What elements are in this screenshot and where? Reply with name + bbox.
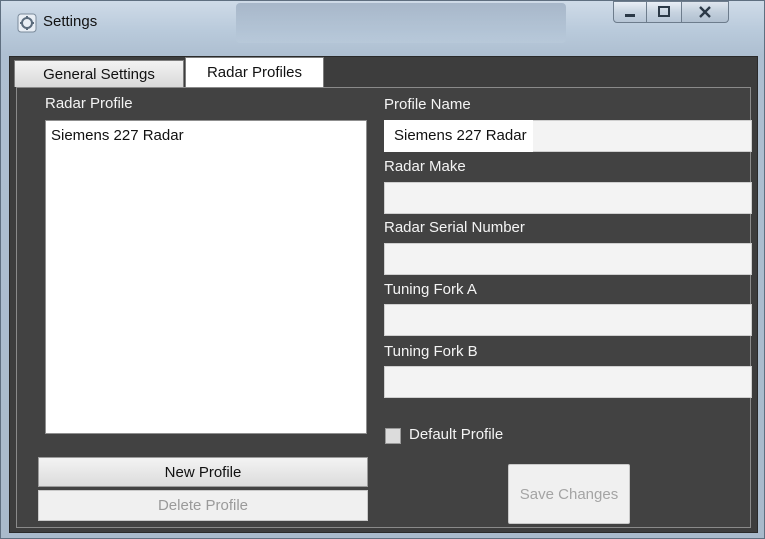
radar-serial-number-label: Radar Serial Number [384, 219, 525, 236]
profile-name-value[interactable]: Siemens 227 Radar [384, 120, 533, 152]
radar-profiles-panel: Radar Profile Siemens 227 Radar Profile … [16, 87, 752, 528]
tab-radar-profiles[interactable]: Radar Profiles [185, 57, 324, 87]
tuning-fork-a-field[interactable] [384, 304, 752, 336]
close-icon [697, 3, 713, 22]
settings-window: Settings General Settings Radar Profiles [0, 0, 765, 539]
default-profile-checkbox[interactable] [385, 428, 401, 444]
radar-make-label: Radar Make [384, 158, 466, 175]
radar-profile-list-label: Radar Profile [45, 95, 133, 112]
settings-content: General Settings Radar Profiles Radar Pr… [9, 56, 758, 533]
maximize-icon [657, 3, 671, 22]
delete-profile-button[interactable]: Delete Profile [38, 490, 368, 521]
window-title: Settings [43, 13, 98, 30]
tuning-fork-b-field[interactable] [384, 366, 752, 398]
radar-make-field[interactable] [384, 182, 752, 214]
profile-name-label: Profile Name [384, 96, 471, 113]
caption-buttons [613, 1, 729, 25]
default-profile-label[interactable]: Default Profile [409, 426, 503, 443]
settings-app-icon [17, 13, 37, 33]
new-profile-button[interactable]: New Profile [38, 457, 368, 487]
title-bar[interactable]: Settings [1, 1, 764, 53]
title-bar-decoration [236, 3, 566, 43]
tab-general-settings[interactable]: General Settings [14, 60, 184, 87]
minimize-icon [623, 3, 637, 22]
radar-serial-number-field[interactable] [384, 243, 752, 275]
tuning-fork-a-label: Tuning Fork A [384, 281, 477, 298]
tuning-fork-b-label: Tuning Fork B [384, 343, 478, 360]
close-button[interactable] [681, 1, 729, 23]
save-changes-button[interactable]: Save Changes [508, 464, 630, 524]
minimize-button[interactable] [613, 1, 647, 23]
list-item[interactable]: Siemens 227 Radar [51, 127, 184, 144]
maximize-button[interactable] [646, 1, 682, 23]
radar-profile-list[interactable]: Siemens 227 Radar [45, 120, 367, 434]
